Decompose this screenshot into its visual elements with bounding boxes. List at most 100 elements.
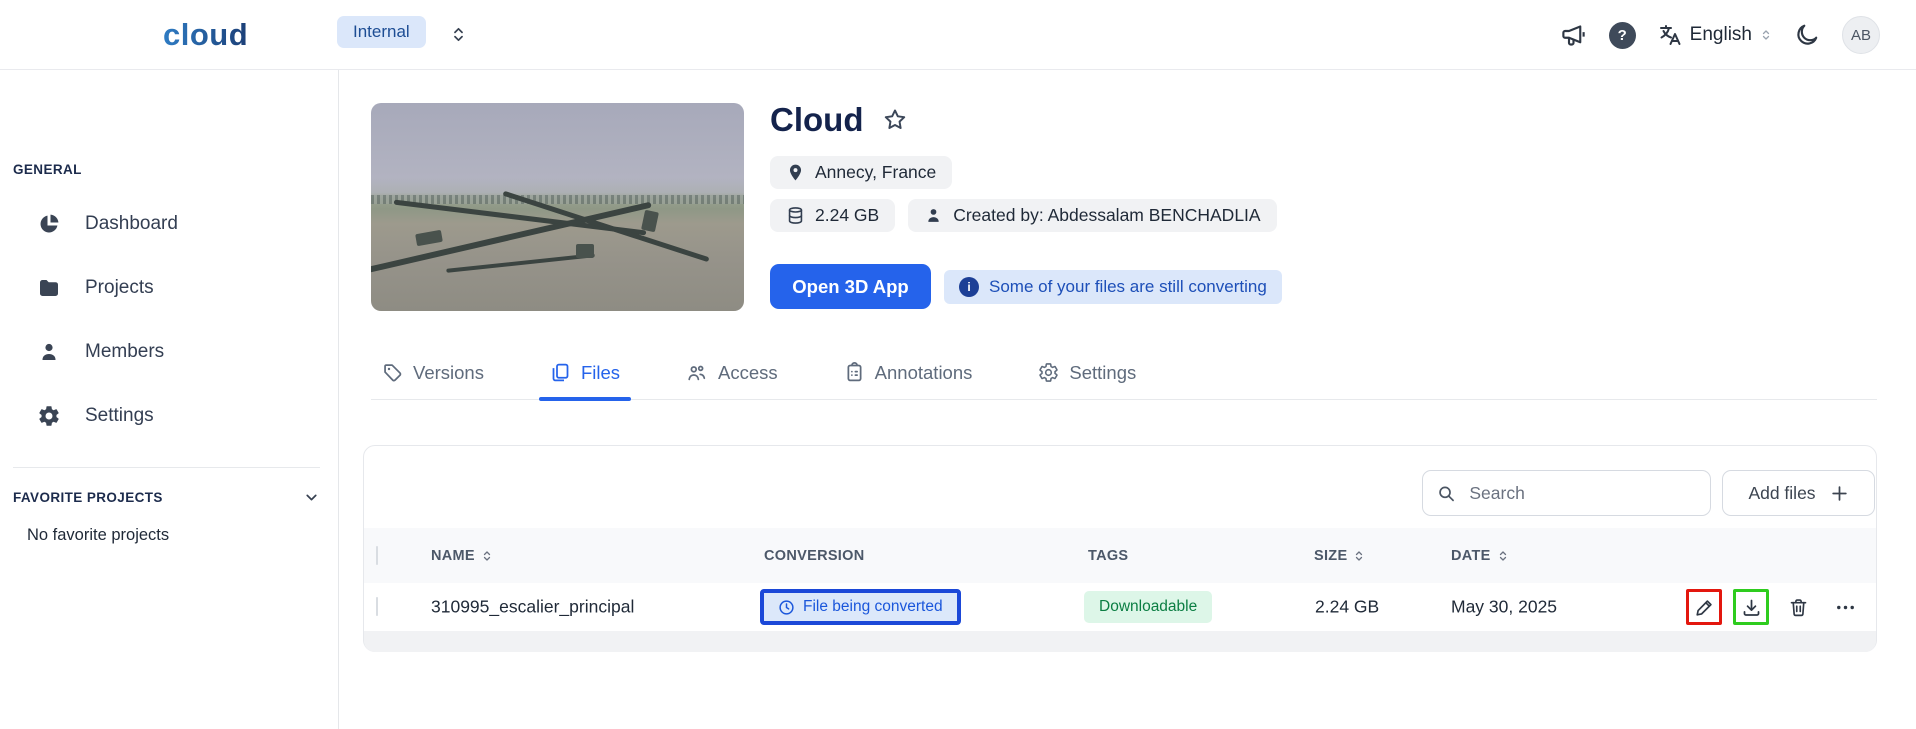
add-files-label: Add files bbox=[1748, 483, 1815, 504]
select-all-checkbox[interactable] bbox=[376, 546, 378, 565]
trash-icon[interactable] bbox=[1780, 589, 1816, 625]
row-actions bbox=[1686, 589, 1863, 625]
converting-notice-text: Some of your files are still converting bbox=[989, 277, 1267, 297]
page-title: Cloud bbox=[770, 101, 863, 139]
tab-annotations[interactable]: Annotations bbox=[833, 345, 984, 400]
column-header-name[interactable]: NAME bbox=[431, 548, 493, 564]
conversion-status-label: File being converted bbox=[803, 598, 943, 616]
tab-label: Annotations bbox=[875, 362, 973, 384]
sidebar-item-label: Dashboard bbox=[85, 213, 178, 235]
sidebar-item-settings[interactable]: Settings bbox=[0, 384, 338, 448]
sidebar-item-label: Settings bbox=[85, 405, 154, 427]
sidebar-nav: Dashboard Projects Members Settings bbox=[0, 192, 338, 448]
row-checkbox[interactable] bbox=[376, 597, 378, 616]
gear-outline-icon bbox=[1038, 362, 1059, 383]
clipboard-icon bbox=[844, 362, 865, 383]
table-scrollbar-track[interactable] bbox=[364, 631, 1876, 652]
sidebar-item-label: Projects bbox=[85, 277, 154, 299]
converting-notice: i Some of your files are still convertin… bbox=[944, 270, 1282, 304]
sort-icon bbox=[481, 549, 493, 563]
sidebar-section-general: GENERAL bbox=[13, 162, 82, 177]
open-3d-app-button[interactable]: Open 3D App bbox=[770, 264, 931, 309]
clock-icon bbox=[778, 599, 795, 616]
search-input[interactable] bbox=[1469, 483, 1696, 504]
avatar[interactable]: AB bbox=[1842, 16, 1880, 54]
tab-access[interactable]: Access bbox=[675, 345, 789, 400]
megaphone-icon[interactable] bbox=[1560, 22, 1587, 49]
info-icon: i bbox=[959, 277, 979, 297]
person-icon bbox=[37, 340, 61, 364]
tab-bar: Versions Files Access Annotations Settin… bbox=[371, 345, 1191, 400]
plus-icon bbox=[1830, 484, 1849, 503]
thumbnail-decoration bbox=[371, 195, 744, 204]
location-badge: Annecy, France bbox=[770, 156, 952, 189]
sidebar-item-dashboard[interactable]: Dashboard bbox=[0, 192, 338, 256]
download-icon[interactable] bbox=[1733, 589, 1769, 625]
column-header-date[interactable]: DATE bbox=[1451, 548, 1509, 564]
moon-icon[interactable] bbox=[1794, 22, 1820, 48]
chevron-down-icon bbox=[303, 489, 320, 506]
tab-label: Versions bbox=[413, 362, 484, 384]
gear-icon bbox=[37, 404, 61, 428]
sort-icon bbox=[1497, 549, 1509, 563]
topbar-actions: ? English AB bbox=[1560, 0, 1880, 70]
person-icon bbox=[924, 206, 943, 225]
size-badge: 2.24 GB bbox=[770, 199, 895, 232]
unfold-icon[interactable] bbox=[450, 26, 467, 48]
size-label: 2.24 GB bbox=[815, 205, 879, 226]
top-bar: cloud Internal ? English AB bbox=[0, 0, 1916, 70]
file-size: 2.24 GB bbox=[1315, 597, 1379, 618]
more-icon[interactable] bbox=[1827, 589, 1863, 625]
help-icon[interactable]: ? bbox=[1609, 22, 1636, 49]
files-icon bbox=[550, 362, 571, 383]
language-label: English bbox=[1690, 24, 1752, 46]
sidebar: GENERAL Dashboard Projects Members bbox=[0, 70, 339, 729]
pie-chart-icon bbox=[37, 212, 61, 236]
table-header: NAME CONVERSION TAGS SIZE DATE bbox=[364, 528, 1876, 583]
file-date: May 30, 2025 bbox=[1451, 597, 1557, 618]
files-panel: Add files NAME CONVERSION TAGS SIZE DATE bbox=[363, 445, 1877, 652]
sidebar-item-projects[interactable]: Projects bbox=[0, 256, 338, 320]
sidebar-item-members[interactable]: Members bbox=[0, 320, 338, 384]
translate-icon bbox=[1658, 23, 1682, 47]
project-thumbnail[interactable] bbox=[371, 103, 744, 311]
unfold-icon bbox=[1760, 28, 1772, 42]
conversion-badge-highlight: File being converted bbox=[760, 589, 961, 625]
table-row[interactable]: 310995_escalier_principal File being con… bbox=[364, 583, 1876, 631]
favorites-section-header[interactable]: FAVORITE PROJECTS bbox=[13, 489, 320, 506]
tag-icon bbox=[382, 362, 403, 383]
add-files-button[interactable]: Add files bbox=[1722, 470, 1875, 516]
tab-label: Files bbox=[581, 362, 620, 384]
folder-icon bbox=[37, 276, 61, 300]
app-logo[interactable]: cloud bbox=[163, 17, 248, 53]
favorites-title: FAVORITE PROJECTS bbox=[13, 490, 163, 505]
tab-label: Settings bbox=[1069, 362, 1136, 384]
workspace-chip[interactable]: Internal bbox=[337, 16, 426, 48]
edit-icon[interactable] bbox=[1686, 589, 1722, 625]
file-name[interactable]: 310995_escalier_principal bbox=[431, 597, 634, 618]
sidebar-divider bbox=[13, 467, 320, 468]
column-header-tags[interactable]: TAGS bbox=[1088, 548, 1128, 564]
conversion-status-badge: File being converted bbox=[764, 593, 957, 621]
tab-versions[interactable]: Versions bbox=[371, 345, 495, 400]
location-pin-icon bbox=[786, 163, 805, 182]
app-window: cloud Internal ? English AB GENERAL bbox=[0, 0, 1916, 729]
star-icon[interactable] bbox=[882, 107, 908, 138]
tab-label: Access bbox=[718, 362, 778, 384]
location-label: Annecy, France bbox=[815, 162, 936, 183]
created-by-badge: Created by: Abdessalam BENCHADLIA bbox=[908, 199, 1276, 232]
search-icon bbox=[1437, 483, 1455, 504]
people-icon bbox=[686, 362, 708, 384]
column-header-size[interactable]: SIZE bbox=[1314, 548, 1365, 564]
sort-icon bbox=[1353, 549, 1365, 563]
tag-badge: Downloadable bbox=[1084, 591, 1212, 623]
favorites-empty-text: No favorite projects bbox=[27, 526, 169, 545]
sidebar-item-label: Members bbox=[85, 341, 164, 363]
tab-settings[interactable]: Settings bbox=[1027, 345, 1147, 400]
search-box bbox=[1422, 470, 1711, 516]
column-header-conversion[interactable]: CONVERSION bbox=[764, 548, 865, 564]
tab-files[interactable]: Files bbox=[539, 345, 631, 400]
created-by-label: Created by: Abdessalam BENCHADLIA bbox=[953, 205, 1260, 226]
database-icon bbox=[786, 206, 805, 225]
language-selector[interactable]: English bbox=[1658, 23, 1772, 47]
